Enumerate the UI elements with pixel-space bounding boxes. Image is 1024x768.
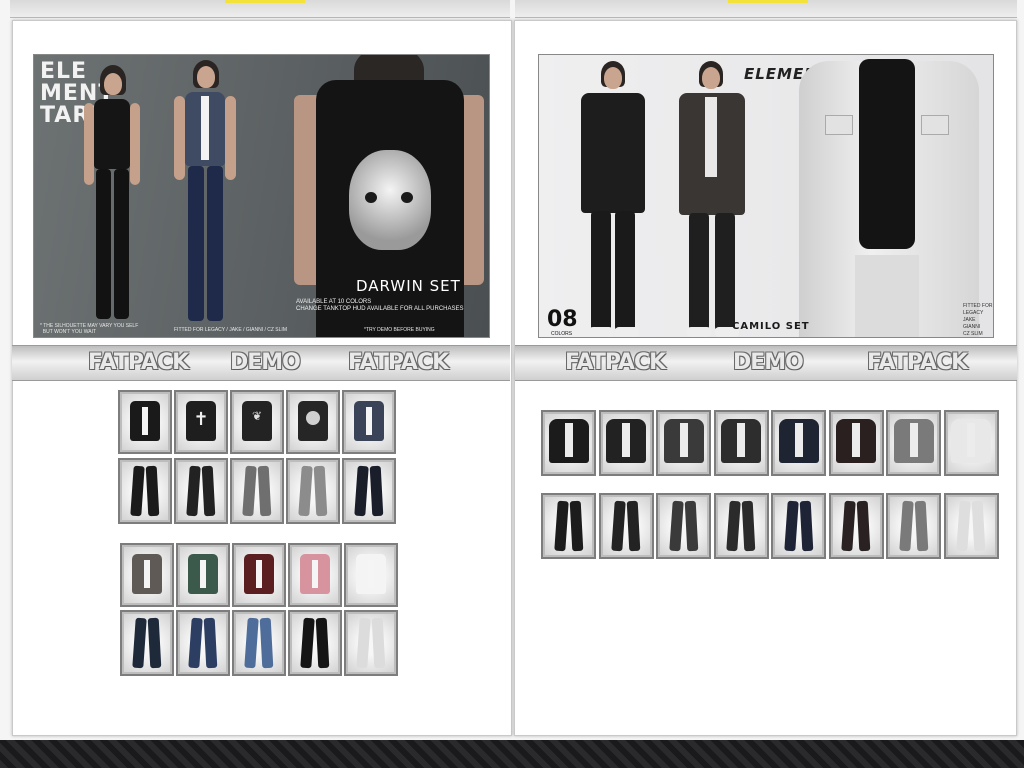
jacket-icon <box>721 419 761 463</box>
pants-icon <box>300 617 330 669</box>
fitted-for-list: FITTED FOR LEGACY JAKE GIANNI CZ SLIM <box>963 303 993 337</box>
demo-button[interactable]: DEMO <box>733 350 804 375</box>
right-buy-banner: FATPACK DEMO FATPACK <box>515 345 1017 381</box>
jacket-icon <box>951 419 991 463</box>
darwin-set-poster[interactable]: ELE MENT TARE DARWIN SET AVAILABLE AT 10… <box>33 54 490 338</box>
pants-swatch[interactable] <box>344 610 398 676</box>
fatpack-button[interactable]: FATPACK <box>88 350 189 375</box>
pants-swatch[interactable] <box>118 458 172 524</box>
pants-swatch[interactable] <box>120 610 174 676</box>
vest-icon <box>354 401 384 441</box>
jacket-swatch[interactable] <box>541 410 596 476</box>
jacket-swatch[interactable] <box>713 410 769 476</box>
pants-swatch[interactable] <box>943 493 999 559</box>
poster-footnote: * THE SILHOUETTE MAY VARY YOU SELF BUT W… <box>40 323 139 335</box>
panel-top-edge <box>10 0 510 18</box>
poster-demo-note: *TRY DEMO BEFORE BUYING <box>364 327 435 333</box>
pants-icon <box>298 465 328 517</box>
color-count: 08 <box>547 307 578 332</box>
pants-icon <box>130 465 160 517</box>
vest-icon <box>244 554 274 594</box>
camilo-set-poster[interactable]: ELEMENTTARE <box>538 54 994 338</box>
jacket-icon <box>836 419 876 463</box>
vest-swatch[interactable] <box>286 390 340 454</box>
pants-swatch[interactable] <box>232 610 286 676</box>
vest-swatch[interactable] <box>342 390 396 454</box>
camilo-set-title: CAMILO SET <box>732 321 810 332</box>
vest-swatch[interactable] <box>118 390 172 454</box>
poster-fitted-note: FITTED FOR LEGACY / JAKE / GIANNI / CZ S… <box>174 327 287 333</box>
fatpack-button[interactable]: FATPACK <box>565 350 666 375</box>
jacket-swatch[interactable] <box>886 410 941 476</box>
pants-swatch[interactable] <box>286 458 340 524</box>
jacket-swatch[interactable] <box>598 410 654 476</box>
pants-swatch[interactable] <box>541 493 596 559</box>
pants-icon <box>668 500 698 552</box>
pants-swatch[interactable] <box>886 493 941 559</box>
yellow-tag <box>728 0 808 3</box>
pants-icon <box>611 500 641 552</box>
jacket-swatch[interactable] <box>828 410 884 476</box>
jacket-swatch[interactable] <box>771 410 826 476</box>
vest-swatch[interactable]: ✝ <box>174 390 228 454</box>
pants-icon <box>186 465 216 517</box>
vest-swatch[interactable] <box>176 543 230 607</box>
jacket-icon <box>778 419 819 463</box>
jacket-icon <box>893 419 934 463</box>
jacket-icon <box>548 419 589 463</box>
pants-swatch[interactable] <box>342 458 396 524</box>
pants-swatch[interactable] <box>288 610 342 676</box>
vest-swatch[interactable] <box>232 543 286 607</box>
demo-button[interactable]: DEMO <box>230 350 301 375</box>
pants-icon <box>244 617 274 669</box>
vest-icon <box>132 554 162 594</box>
vest-swatch[interactable] <box>120 543 174 607</box>
vest-swatch[interactable]: ❦ <box>230 390 284 454</box>
vest-icon <box>356 554 386 594</box>
darwin-set-title: DARWIN SET <box>356 277 461 295</box>
pants-swatch[interactable] <box>230 458 284 524</box>
fatpack-button[interactable]: FATPACK <box>867 350 968 375</box>
pants-icon <box>354 465 384 517</box>
panel-top-edge-right <box>515 0 1017 18</box>
vest-swatch[interactable] <box>344 543 398 607</box>
pants-icon <box>783 500 813 552</box>
pants-icon <box>726 500 756 552</box>
color-count-label: COLORS <box>551 331 573 337</box>
viewer-stage: ELE MENT TARE DARWIN SET AVAILABLE AT 10… <box>0 0 1024 768</box>
pants-icon <box>553 500 583 552</box>
pants-icon <box>956 500 986 552</box>
yellow-tag <box>225 0 305 3</box>
vest-icon: ✝ <box>186 401 216 441</box>
floor-strip <box>0 740 1024 768</box>
vest-icon <box>300 554 330 594</box>
jacket-icon <box>606 419 646 463</box>
fatpack-button[interactable]: FATPACK <box>348 350 449 375</box>
vest-icon <box>188 554 218 594</box>
vest-icon: ❦ <box>242 401 272 441</box>
pants-swatch[interactable] <box>713 493 769 559</box>
pants-swatch[interactable] <box>598 493 654 559</box>
left-buy-banner: FATPACK DEMO FATPACK <box>12 345 510 381</box>
pants-swatch[interactable] <box>828 493 884 559</box>
pants-swatch[interactable] <box>771 493 826 559</box>
pants-swatch[interactable] <box>174 458 228 524</box>
vest-icon <box>298 401 328 441</box>
jacket-swatch[interactable] <box>656 410 711 476</box>
pants-swatch[interactable] <box>656 493 711 559</box>
pants-icon <box>356 617 386 669</box>
poster-caption: AVAILABLE AT 10 COLORS CHANGE TANKTOP HU… <box>296 299 464 312</box>
pants-icon <box>841 500 871 552</box>
pants-swatch[interactable] <box>176 610 230 676</box>
vest-icon <box>130 401 160 441</box>
pants-icon <box>242 465 272 517</box>
jacket-icon <box>663 419 704 463</box>
jacket-swatch[interactable] <box>943 410 999 476</box>
pants-icon <box>188 617 218 669</box>
pants-icon <box>132 617 162 669</box>
pants-icon <box>898 500 928 552</box>
vest-swatch[interactable] <box>288 543 342 607</box>
